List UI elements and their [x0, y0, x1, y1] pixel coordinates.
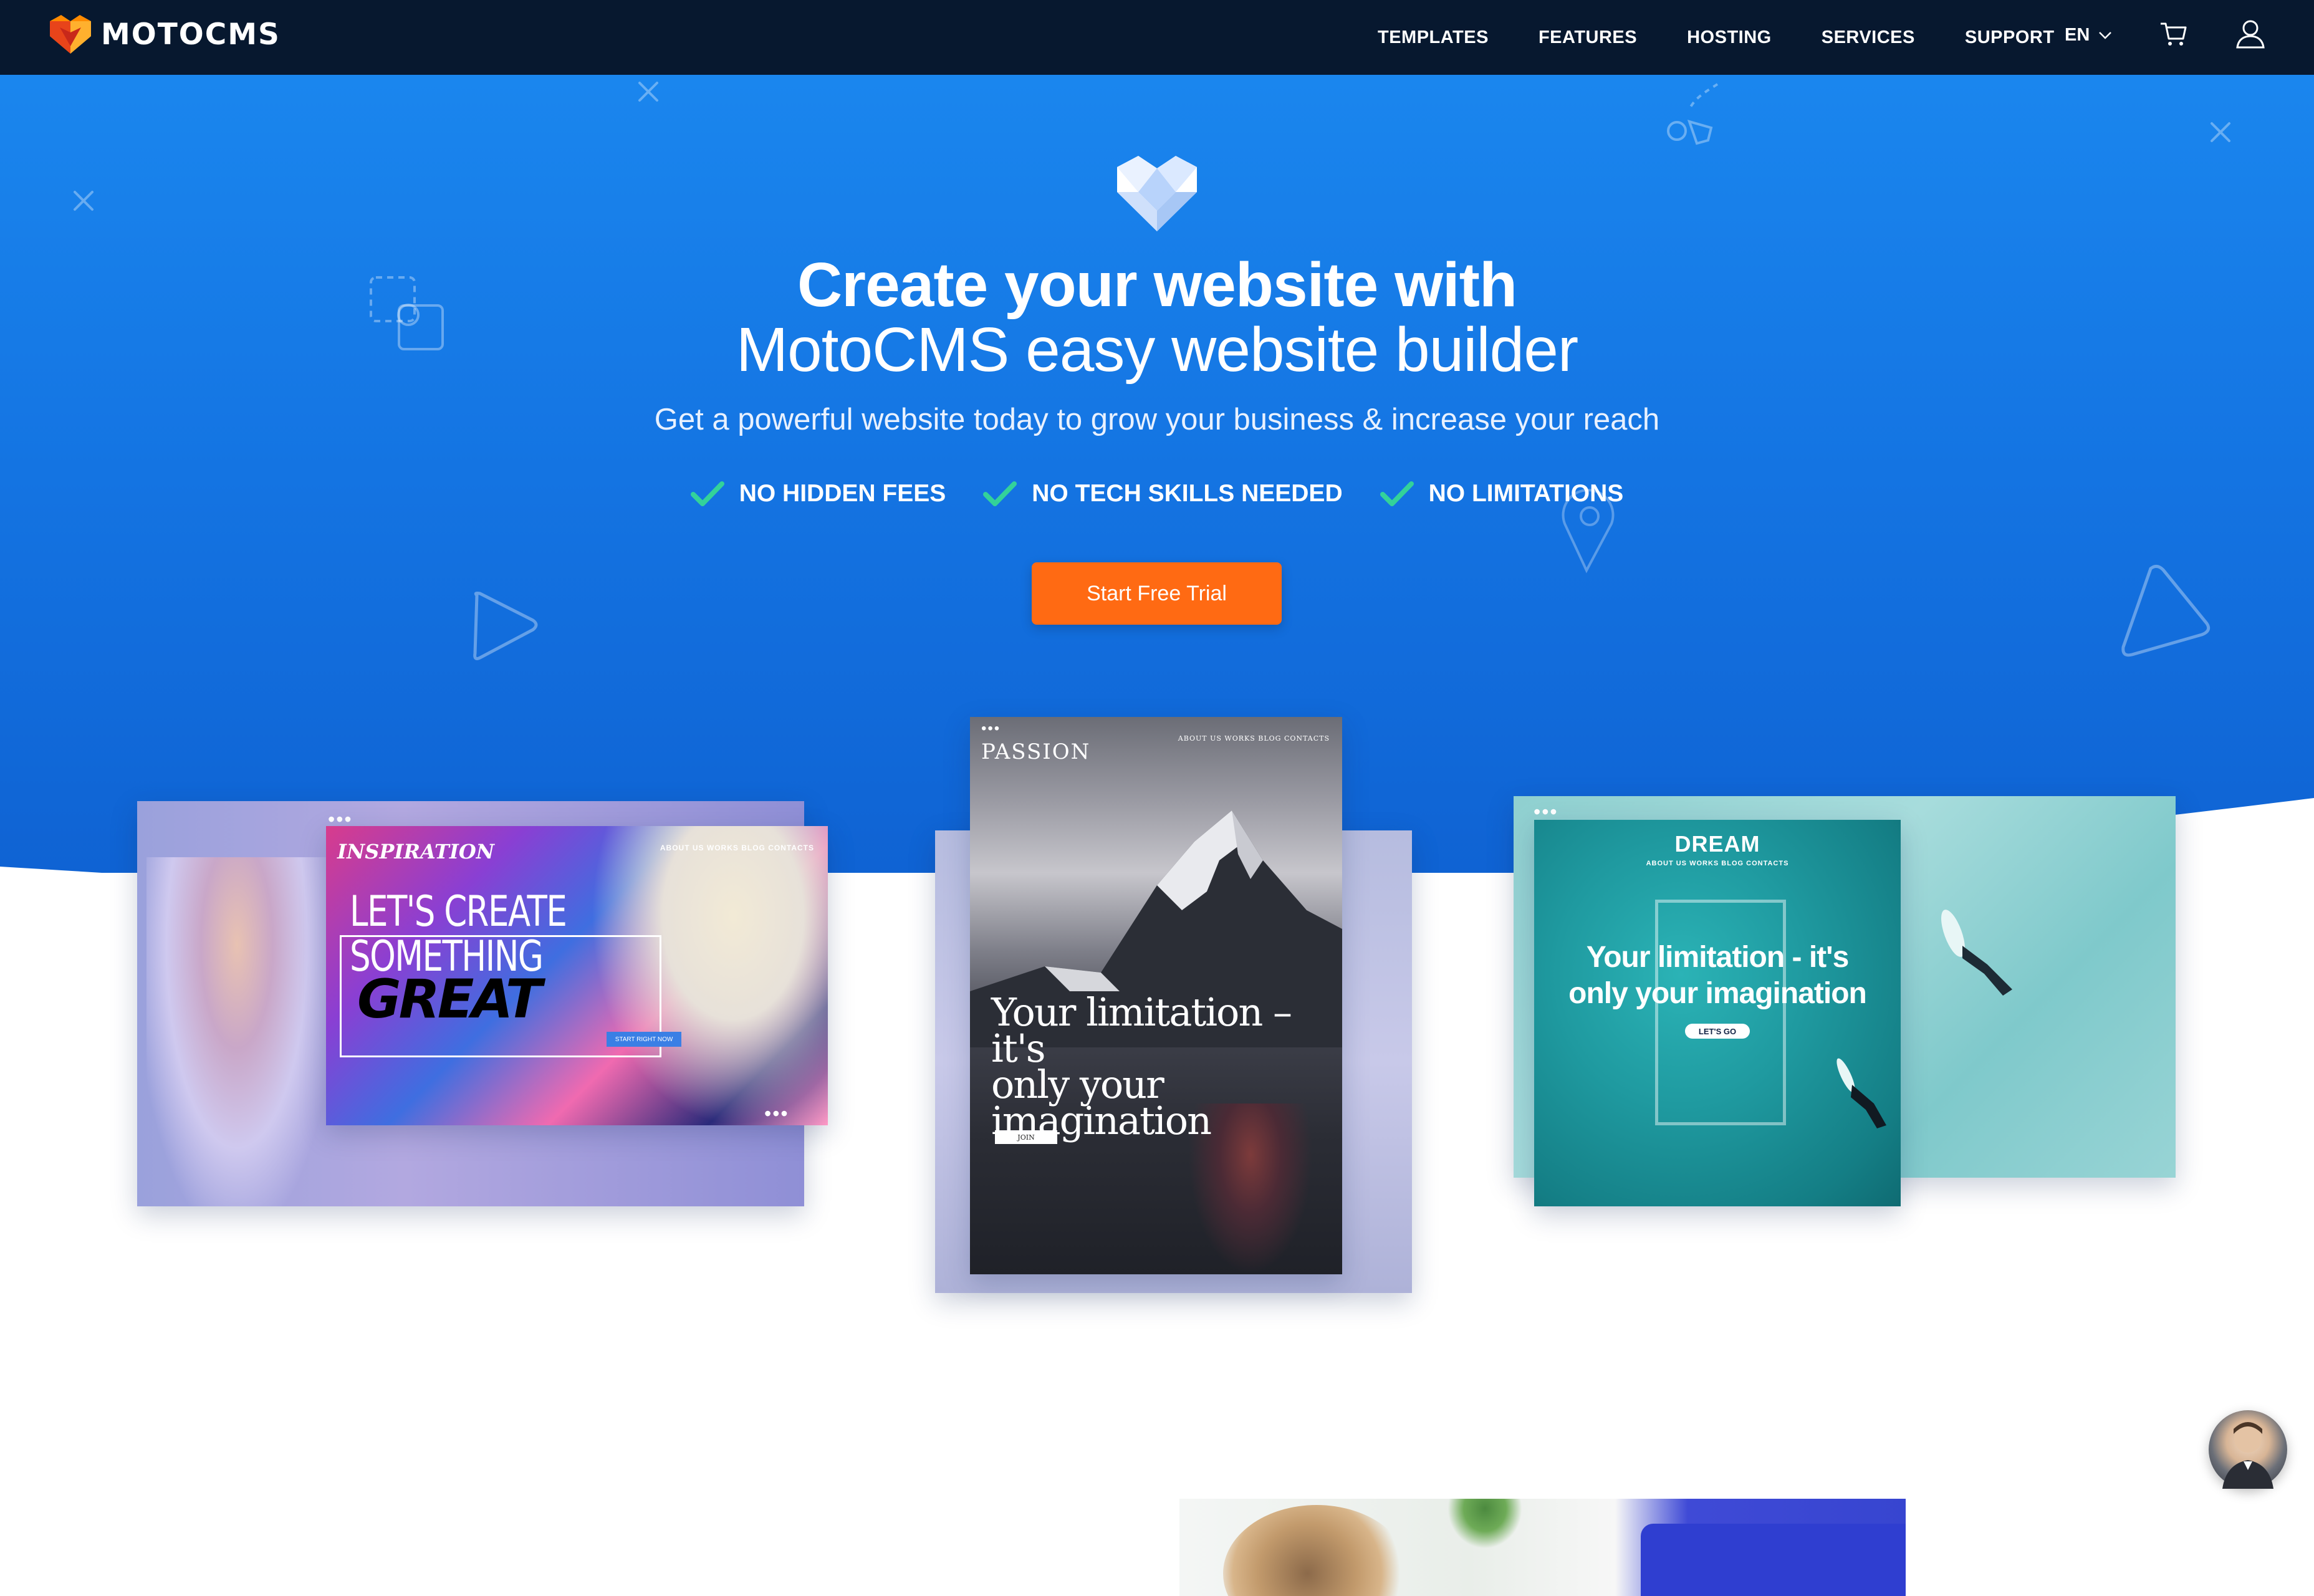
- chat-support-avatar[interactable]: [2209, 1410, 2287, 1489]
- lifestyle-photo: [1179, 1499, 1906, 1596]
- template-preview-inspiration[interactable]: INSPIRATION ABOUT US WORKS BLOG CONTACTS…: [326, 826, 828, 1125]
- play-doodle-icon: [2121, 565, 2211, 657]
- chevron-down-icon: [2099, 31, 2112, 39]
- headline-line: Your limitation – it's: [991, 989, 1292, 1071]
- plant-image: [1447, 1499, 1522, 1549]
- user-icon: [2236, 20, 2265, 49]
- cursor-doodle-icon: [1667, 83, 1719, 145]
- menu-item-templates[interactable]: TEMPLATES: [1378, 27, 1489, 48]
- more-dots-icon: •••: [981, 720, 1001, 737]
- template-nav: ABOUT US WORKS BLOG CONTACTS: [1646, 860, 1789, 867]
- feature-list: NO HIDDEN FEES NO TECH SKILLS NEEDED NO …: [0, 480, 2314, 507]
- template-headline: Your limitation – it's only your imagina…: [991, 989, 1342, 1140]
- template-preview-passion[interactable]: PASSION ABOUT US WORKS BLOG CONTACTS You…: [970, 717, 1342, 1274]
- check-icon: [983, 481, 1017, 506]
- feature-label: NO TECH SKILLS NEEDED: [1032, 480, 1343, 507]
- chair-image: [1641, 1524, 1906, 1596]
- menu-item-features[interactable]: FEATURES: [1539, 27, 1637, 48]
- feature-item: NO TECH SKILLS NEEDED: [983, 480, 1343, 507]
- feature-item: NO HIDDEN FEES: [690, 480, 946, 507]
- menu-item-support[interactable]: SUPPORT: [1965, 27, 2055, 48]
- brand-logo[interactable]: MOTOCMS: [49, 12, 281, 56]
- top-navbar: MOTOCMS TEMPLATES FEATURES HOSTING SERVI…: [0, 0, 2314, 75]
- check-icon: [1380, 481, 1414, 506]
- menu-item-services[interactable]: SERVICES: [1822, 27, 1915, 48]
- start-free-trial-button[interactable]: Start Free Trial: [1032, 562, 1282, 625]
- play-doodle-icon: [473, 591, 538, 660]
- hero-heading-line2: MotoCMS easy website builder: [736, 315, 1578, 385]
- hero-heading-line1: Create your website with: [797, 250, 1517, 320]
- template-cta-button: LET'S GO: [1685, 1024, 1750, 1039]
- portrait-image: [146, 857, 327, 1206]
- person-image: [1223, 1505, 1410, 1596]
- support-agent-icon: [2222, 1422, 2273, 1489]
- cross-doodle-icon: [638, 82, 658, 102]
- brand-name: MOTOCMS: [101, 17, 281, 52]
- more-dots-icon: •••: [1534, 800, 1558, 823]
- feature-label: NO LIMITATIONS: [1428, 480, 1624, 507]
- template-brand: PASSION: [981, 739, 1091, 764]
- template-brand: INSPIRATION: [337, 840, 494, 863]
- headline-line: only your imagination: [1568, 977, 1867, 1010]
- headline-line: Your limitation - it's: [1586, 941, 1850, 974]
- template-brand: DREAM: [1674, 831, 1760, 857]
- template-headline: LET'S CREATE SOMETHING: [350, 887, 567, 979]
- template-nav: ABOUT US WORKS BLOG CONTACTS: [1178, 734, 1330, 743]
- cart-button[interactable]: [2158, 19, 2188, 52]
- language-selector[interactable]: EN: [2065, 25, 2112, 46]
- more-dots-icon: •••: [328, 808, 353, 830]
- main-menu: TEMPLATES FEATURES HOSTING SERVICES SUPP…: [1378, 0, 2105, 75]
- template-cta-button: START RIGHT NOW: [607, 1032, 681, 1047]
- surfer-image: [1941, 910, 2012, 996]
- headline-line: LET'S CREATE: [350, 887, 567, 936]
- template-preview-dream[interactable]: DREAM ABOUT US WORKS BLOG CONTACTS Your …: [1534, 820, 1901, 1206]
- language-label: EN: [2065, 25, 2090, 45]
- template-headline-script: GREAT: [357, 968, 542, 1031]
- template-headline: Your limitation - it's only your imagina…: [1534, 940, 1901, 1012]
- cross-doodle-icon: [74, 191, 94, 211]
- motocms-heart-logo-icon: [1117, 156, 1197, 231]
- hero-subtitle: Get a powerful website today to grow you…: [654, 403, 1660, 436]
- check-icon: [690, 481, 724, 506]
- template-nav: ABOUT US WORKS BLOG CONTACTS: [660, 844, 814, 852]
- headline-frame: [1655, 900, 1786, 1125]
- surfer-image: [1836, 1058, 1886, 1128]
- more-dots-icon: •••: [764, 1102, 789, 1125]
- cross-doodle-icon: [2211, 122, 2230, 142]
- feature-item: NO LIMITATIONS: [1380, 480, 1624, 507]
- cart-icon: [2161, 22, 2187, 46]
- motocms-logo-icon: [50, 15, 91, 54]
- feature-label: NO HIDDEN FEES: [739, 480, 946, 507]
- template-cta-button: JOIN: [995, 1130, 1057, 1144]
- menu-item-hosting[interactable]: HOSTING: [1687, 27, 1772, 48]
- account-button[interactable]: [2234, 17, 2267, 53]
